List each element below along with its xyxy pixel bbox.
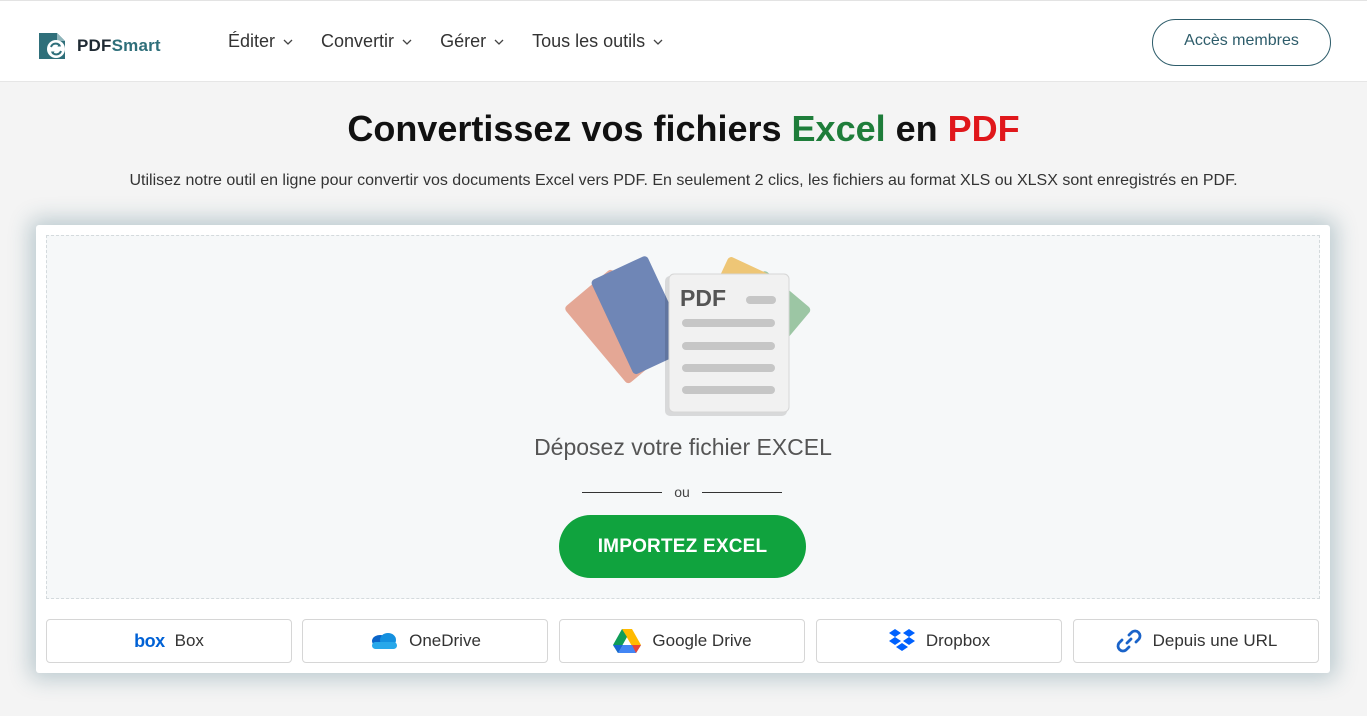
source-label: Box [174,631,204,650]
main-nav: Éditer Convertir Gérer Tous les outils [228,31,691,52]
title-mid: en [895,108,938,149]
source-dropbox-button[interactable]: Dropbox [816,619,1062,663]
brand-name-part1: PDF [77,36,112,55]
file-conversion-illustration: PDF [565,256,811,416]
brand-name-part2: Smart [111,36,161,55]
file-dropzone[interactable]: PDF Déposez votre fichier EXCEL ou IMPOR… [46,235,1320,599]
nav-item-gerer[interactable]: Gérer [440,31,505,52]
upload-card: PDF Déposez votre fichier EXCEL ou IMPOR… [36,225,1330,673]
title-prefix: Convertissez vos fichiers [347,108,782,149]
onedrive-icon [369,631,399,651]
brand-name: PDFSmart [77,36,161,56]
nav-item-label: Tous les outils [532,31,646,51]
source-box-button[interactable]: box Box [46,619,292,663]
chevron-down-icon [402,39,412,45]
divider-line [701,491,782,493]
link-icon [1115,627,1143,655]
chevron-down-icon [653,39,663,45]
title-pdf: PDF [947,108,1020,149]
nav-item-label: Éditer [228,31,276,51]
cloud-source-buttons: box Box OneDrive Google Drive Dropbox De… [46,619,1320,663]
members-access-button[interactable]: Accès membres [1152,19,1331,66]
nav-item-convertir[interactable]: Convertir [321,31,413,52]
pdf-document-label: PDF [680,285,726,311]
source-label: Depuis une URL [1152,631,1278,650]
divider-line [582,491,662,493]
nav-item-label: Gérer [440,31,487,51]
box-icon: box [134,630,165,651]
nav-item-label: Convertir [321,31,395,51]
source-label: Google Drive [652,631,752,650]
page-title: Convertissez vos fichiers Excel en PDF [0,108,1367,150]
source-label: Dropbox [925,631,991,650]
google-drive-icon [612,628,642,654]
title-excel: Excel [791,108,886,149]
top-navigation-bar: PDFSmart Éditer Convertir Gérer Tous les… [0,0,1367,82]
import-excel-button[interactable]: IMPORTEZ EXCEL [559,515,806,578]
nav-item-tous-les-outils[interactable]: Tous les outils [532,31,664,52]
chevron-down-icon [494,39,504,45]
pdfsmart-logo-icon [39,33,65,59]
source-onedrive-button[interactable]: OneDrive [302,619,548,663]
pdfsmart-logo[interactable]: PDFSmart [35,28,161,64]
or-divider: ou [582,484,782,500]
source-url-button[interactable]: Depuis une URL [1073,619,1319,663]
source-google-drive-button[interactable]: Google Drive [559,619,805,663]
nav-item-editer[interactable]: Éditer [228,31,294,52]
or-label: ou [674,484,690,500]
drop-file-label: Déposez votre fichier EXCEL [534,434,832,460]
chevron-down-icon [283,39,293,45]
dropbox-icon [888,627,916,655]
page-subtitle: Utilisez notre outil en ligne pour conve… [129,172,1238,189]
source-label: OneDrive [409,631,481,650]
